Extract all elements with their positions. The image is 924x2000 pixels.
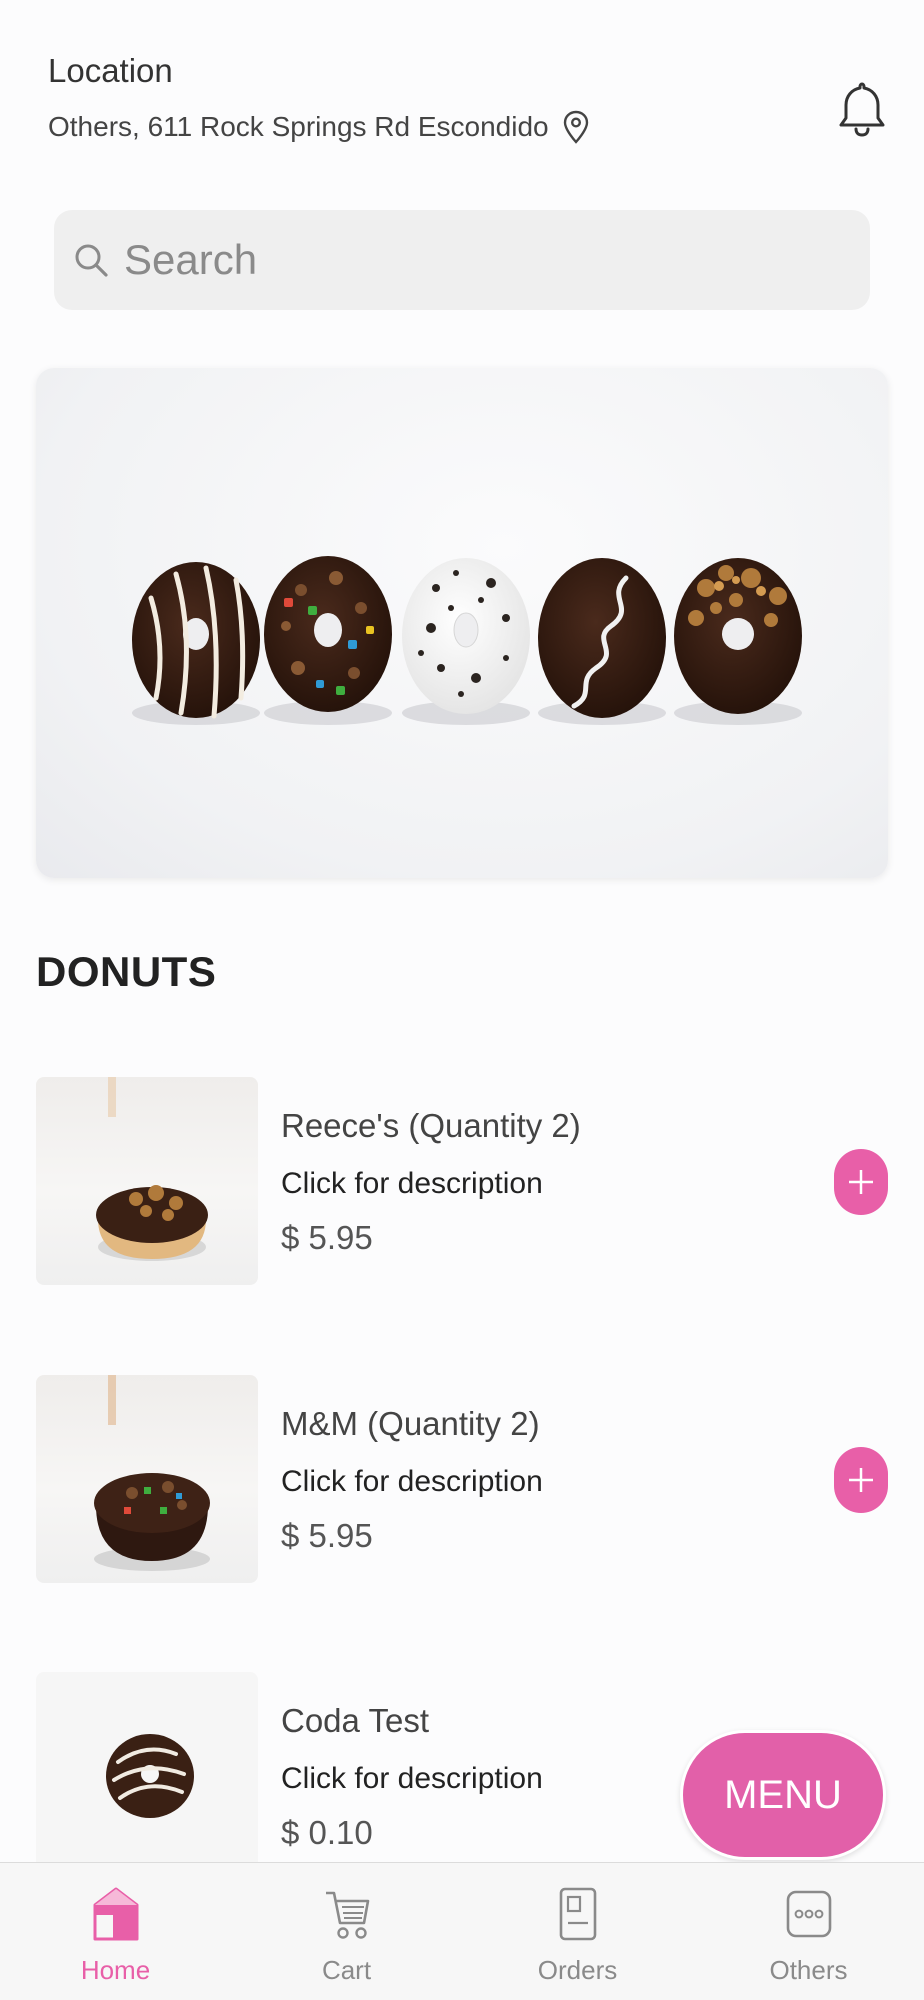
item-name: M&M (Quantity 2): [281, 1405, 540, 1442]
tab-label: Cart: [321, 1955, 372, 1985]
section-title: DONUTS: [36, 948, 217, 995]
app-screen: Location Others, 611 Rock Springs Rd Esc…: [0, 0, 924, 2000]
notification-bell-icon[interactable]: [836, 80, 888, 138]
menu-button[interactable]: MENU: [680, 1730, 886, 1860]
donuts-banner-image: [132, 556, 802, 725]
location-title: Location: [48, 52, 173, 89]
item-name: Reece's (Quantity 2): [281, 1107, 581, 1144]
add-to-cart-button[interactable]: [834, 1149, 888, 1215]
item-description[interactable]: Click for description: [281, 1167, 543, 1201]
item-price: $ 5.95: [281, 1219, 373, 1256]
menu-item[interactable]: M&M (Quantity 2) Click for description $…: [36, 1375, 888, 1585]
tab-orders[interactable]: Orders: [462, 1863, 693, 2000]
item-description[interactable]: Click for description: [281, 1762, 543, 1796]
header: Location Others, 611 Rock Springs Rd Esc…: [0, 0, 924, 180]
item-image: [36, 1077, 258, 1285]
bottom-tab-bar: Home Cart Orders Others: [0, 1862, 924, 2000]
location-pin-icon: [563, 110, 588, 144]
menu-item[interactable]: Reece's (Quantity 2) Click for descripti…: [36, 1077, 888, 1287]
search-bar[interactable]: [54, 210, 870, 310]
tab-cart[interactable]: Cart: [231, 1863, 462, 2000]
more-icon: [786, 1890, 831, 1938]
location-address[interactable]: Others, 611 Rock Springs Rd Escondido: [48, 110, 589, 144]
search-icon: [75, 244, 108, 277]
cart-icon: [325, 1891, 369, 1939]
item-price: $ 5.95: [281, 1517, 373, 1554]
plus-icon: [849, 1468, 873, 1492]
home-icon: [93, 1887, 138, 1941]
tab-label: Home: [80, 1955, 151, 1985]
item-name: Coda Test: [281, 1702, 429, 1739]
search-input[interactable]: [124, 236, 824, 284]
tab-label: Orders: [537, 1955, 618, 1985]
add-to-cart-button[interactable]: [834, 1447, 888, 1513]
plus-icon: [849, 1170, 873, 1194]
item-description[interactable]: Click for description: [281, 1465, 543, 1499]
tab-label: Others: [769, 1955, 848, 1985]
item-price: $ 0.10: [281, 1814, 373, 1851]
tab-home[interactable]: Home: [0, 1863, 231, 2000]
item-image: [36, 1672, 258, 1880]
orders-icon: [559, 1887, 596, 1941]
item-image: [36, 1375, 258, 1583]
promo-banner[interactable]: [36, 368, 888, 878]
location-address-text: Others, 611 Rock Springs Rd Escondido: [48, 111, 549, 142]
tab-others[interactable]: Others: [693, 1863, 924, 2000]
